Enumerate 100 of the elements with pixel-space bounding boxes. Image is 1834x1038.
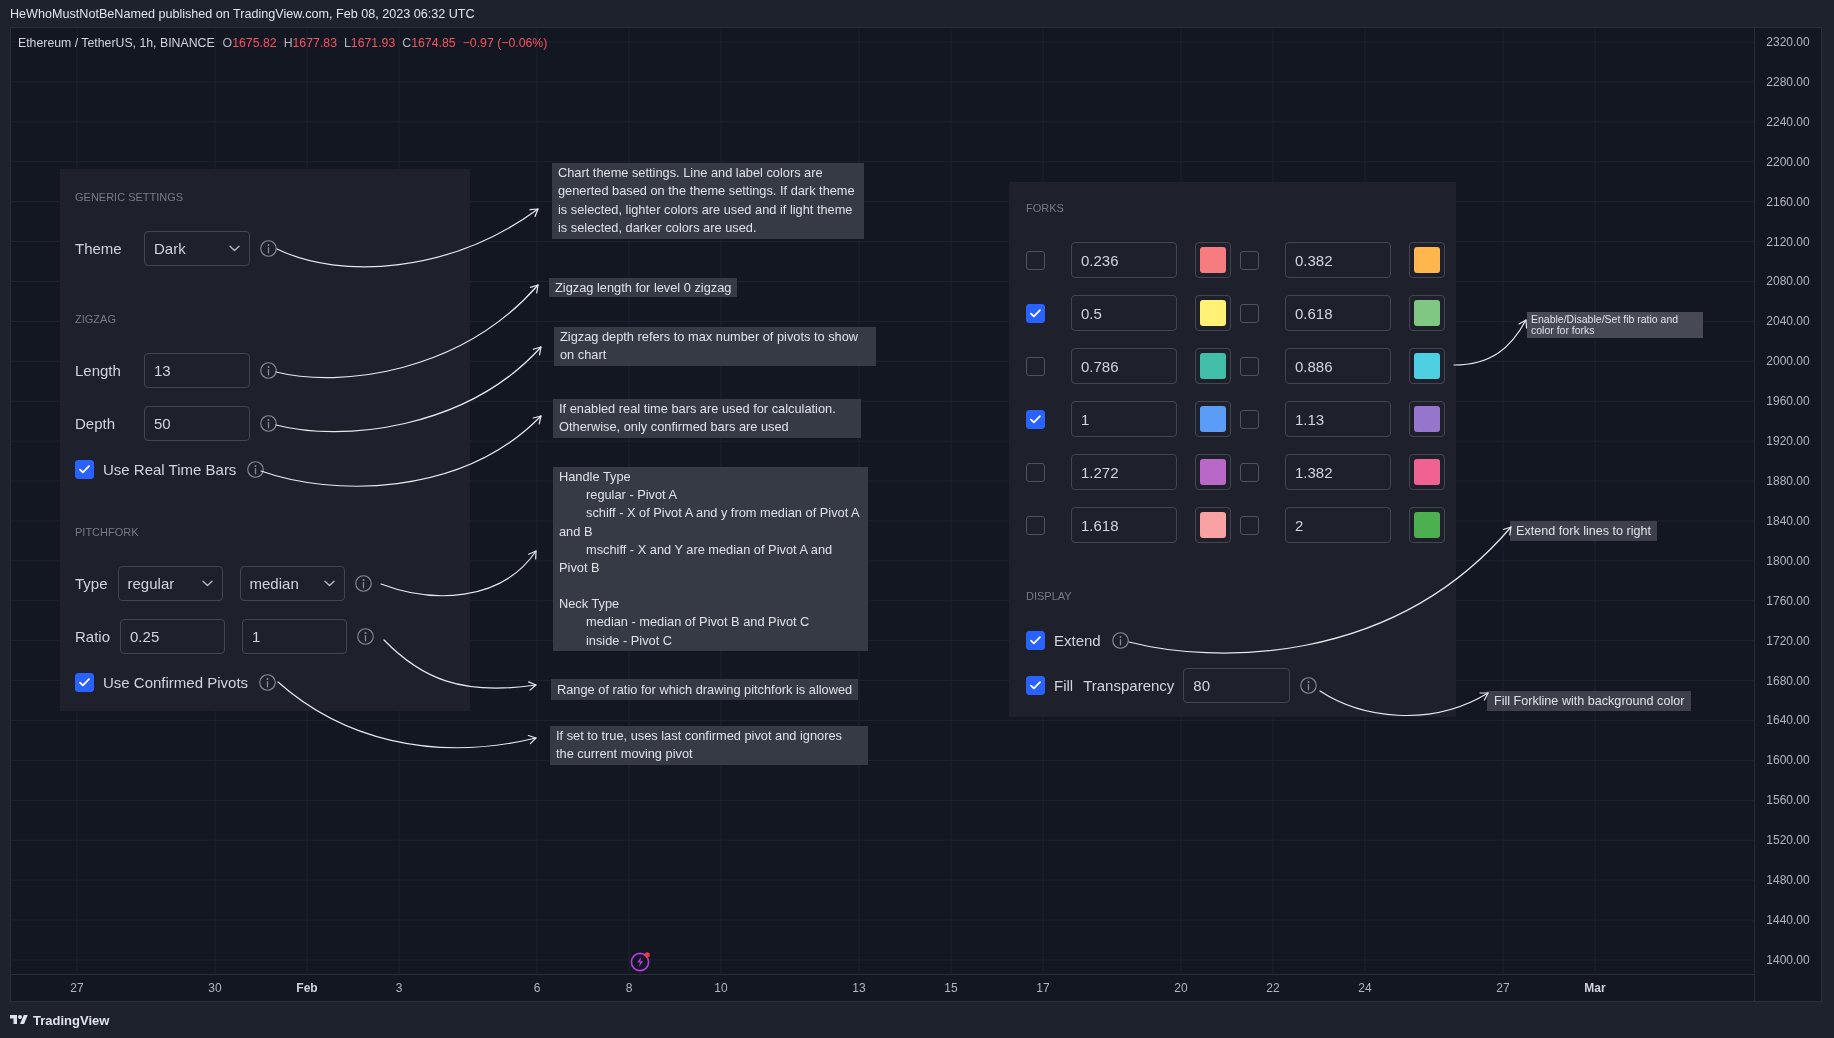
checkbox[interactable]: [1240, 356, 1259, 376]
info-icon[interactable]: [259, 673, 277, 691]
section-title: DISPLAY: [1026, 590, 1073, 602]
price-label: 2120.00: [1766, 233, 1810, 250]
logo-icon: [10, 1013, 28, 1027]
checkbox[interactable]: [1026, 676, 1045, 695]
price-label: 1960.00: [1766, 393, 1810, 410]
annotation-note: If enabled real time bars are used for calculation. Otherwise, only confirmed bars are used: [553, 399, 861, 438]
ohlc-value: H1677.83: [283, 35, 337, 51]
checkbox-label: Fill: [1054, 677, 1074, 694]
input-field[interactable]: 13: [144, 353, 250, 388]
time-label: 3: [395, 980, 403, 996]
note-item: mschiff - X and Y are median of Pivot A and Pivot B: [559, 540, 834, 577]
price-label: 1400.00: [1766, 951, 1810, 968]
info-icon[interactable]: [357, 628, 375, 645]
annotation-note: Zigzag length for level 0 zigzag: [549, 278, 738, 297]
checkbox-label: Use Real Time Bars: [103, 460, 237, 478]
time-label: 24: [1358, 980, 1372, 996]
checkbox[interactable]: [1026, 356, 1045, 376]
note-heading: Neck Type: [559, 595, 621, 614]
time-label: 15: [944, 980, 958, 996]
field-label: Ratio: [75, 628, 111, 645]
info-icon[interactable]: [260, 240, 277, 257]
input-field[interactable]: 1.618: [1071, 507, 1177, 543]
input-field[interactable]: 0.786: [1071, 348, 1177, 384]
field-label: Type: [75, 575, 108, 592]
price-label: 2280.00: [1766, 73, 1810, 90]
checkbox[interactable]: [1026, 303, 1045, 323]
time-label: 30: [208, 980, 222, 996]
note-item: inside - Pivot C: [585, 631, 674, 650]
price-label: 2200.00: [1766, 153, 1810, 170]
price-label: 2240.00: [1766, 113, 1810, 130]
caret-icon: [201, 580, 213, 587]
price-label: 2000.00: [1766, 353, 1810, 370]
time-label: 8: [625, 980, 633, 996]
time-label: 22: [1266, 980, 1280, 996]
input-field[interactable]: 0.236: [1071, 242, 1177, 278]
checkbox[interactable]: [1026, 630, 1045, 650]
checkbox[interactable]: [1026, 515, 1045, 535]
checkbox[interactable]: [75, 459, 94, 479]
price-label: 1520.00: [1766, 832, 1810, 849]
checkbox[interactable]: [1026, 409, 1045, 429]
input-field[interactable]: 0.382: [1285, 242, 1391, 278]
checkbox[interactable]: [1240, 250, 1259, 270]
input-field[interactable]: 1.272: [1071, 454, 1177, 490]
info-icon[interactable]: [354, 575, 372, 592]
input-field[interactable]: 0.25: [120, 619, 226, 654]
price-change: −0.97 (−0.06%): [462, 35, 548, 51]
field-label: Depth: [75, 415, 117, 432]
input-field[interactable]: 1.13: [1285, 401, 1391, 437]
price-label: 1920.00: [1766, 433, 1810, 450]
checkbox[interactable]: [75, 672, 94, 692]
input-field[interactable]: 0.5: [1071, 295, 1177, 331]
publish-info: HeWhoMustNotBeNamed published on TradingView.com, Feb 08, 2023 06:32 UTC: [10, 6, 475, 21]
price-label: 2160.00: [1766, 193, 1810, 210]
time-label: 13: [852, 980, 866, 996]
info-icon[interactable]: [260, 415, 277, 432]
annotation-note: If set to true, uses last confirmed pivot and ignores the current moving pivot: [550, 726, 868, 765]
input-field[interactable]: 1: [1071, 401, 1177, 437]
check-icon: [1030, 635, 1041, 645]
info-icon[interactable]: [1111, 631, 1129, 649]
input-field[interactable]: 1: [242, 619, 348, 654]
dropdown[interactable]: median: [239, 566, 345, 601]
input-field[interactable]: 50: [144, 406, 250, 441]
time-label: 27: [1496, 980, 1510, 996]
dropdown[interactable]: regular: [117, 566, 223, 601]
annotation-note: Extend fork lines to right: [1510, 521, 1658, 541]
brand-name: TradingView: [33, 1012, 110, 1028]
price-label: 1760.00: [1766, 592, 1810, 609]
time-label: 17: [1036, 980, 1050, 996]
input-field[interactable]: 1.382: [1285, 454, 1391, 490]
input-field[interactable]: 0.886: [1285, 348, 1391, 384]
info-icon[interactable]: [1300, 677, 1318, 694]
time-label: Feb: [296, 980, 318, 996]
checkbox[interactable]: [1026, 462, 1045, 482]
section-title: ZIGZAG: [75, 313, 117, 325]
input-field[interactable]: 2: [1285, 507, 1391, 543]
input-field[interactable]: 0.618: [1285, 295, 1391, 331]
lightning-icon[interactable]: [630, 951, 651, 972]
ohlc-value: O1675.82: [222, 35, 277, 51]
checkbox[interactable]: [1240, 409, 1259, 429]
time-label: Mar: [1584, 980, 1606, 996]
info-icon[interactable]: [260, 362, 277, 379]
price-label: 1560.00: [1766, 792, 1810, 809]
section-title: FORKS: [1026, 202, 1065, 214]
checkbox[interactable]: [1240, 515, 1259, 535]
note-item: median - median of Pivot B and Pivot C: [585, 613, 811, 632]
annotation-note: Zigzag depth refers to max number of pivots to show on chart: [554, 327, 876, 366]
checkbox[interactable]: [1240, 303, 1259, 323]
time-label: 20: [1174, 980, 1188, 996]
dropdown[interactable]: Dark: [144, 231, 250, 266]
price-label: 1440.00: [1766, 911, 1810, 928]
checkbox[interactable]: [1026, 250, 1045, 270]
annotation-note: Enable/Disable/Set fib ratio and color for forks: [1527, 312, 1703, 338]
caret-icon: [229, 245, 240, 252]
input-field[interactable]: 80: [1183, 668, 1291, 703]
time-label: 6: [533, 980, 541, 996]
info-icon[interactable]: [247, 460, 265, 478]
checkbox[interactable]: [1240, 462, 1259, 482]
time-label: 27: [70, 980, 84, 996]
